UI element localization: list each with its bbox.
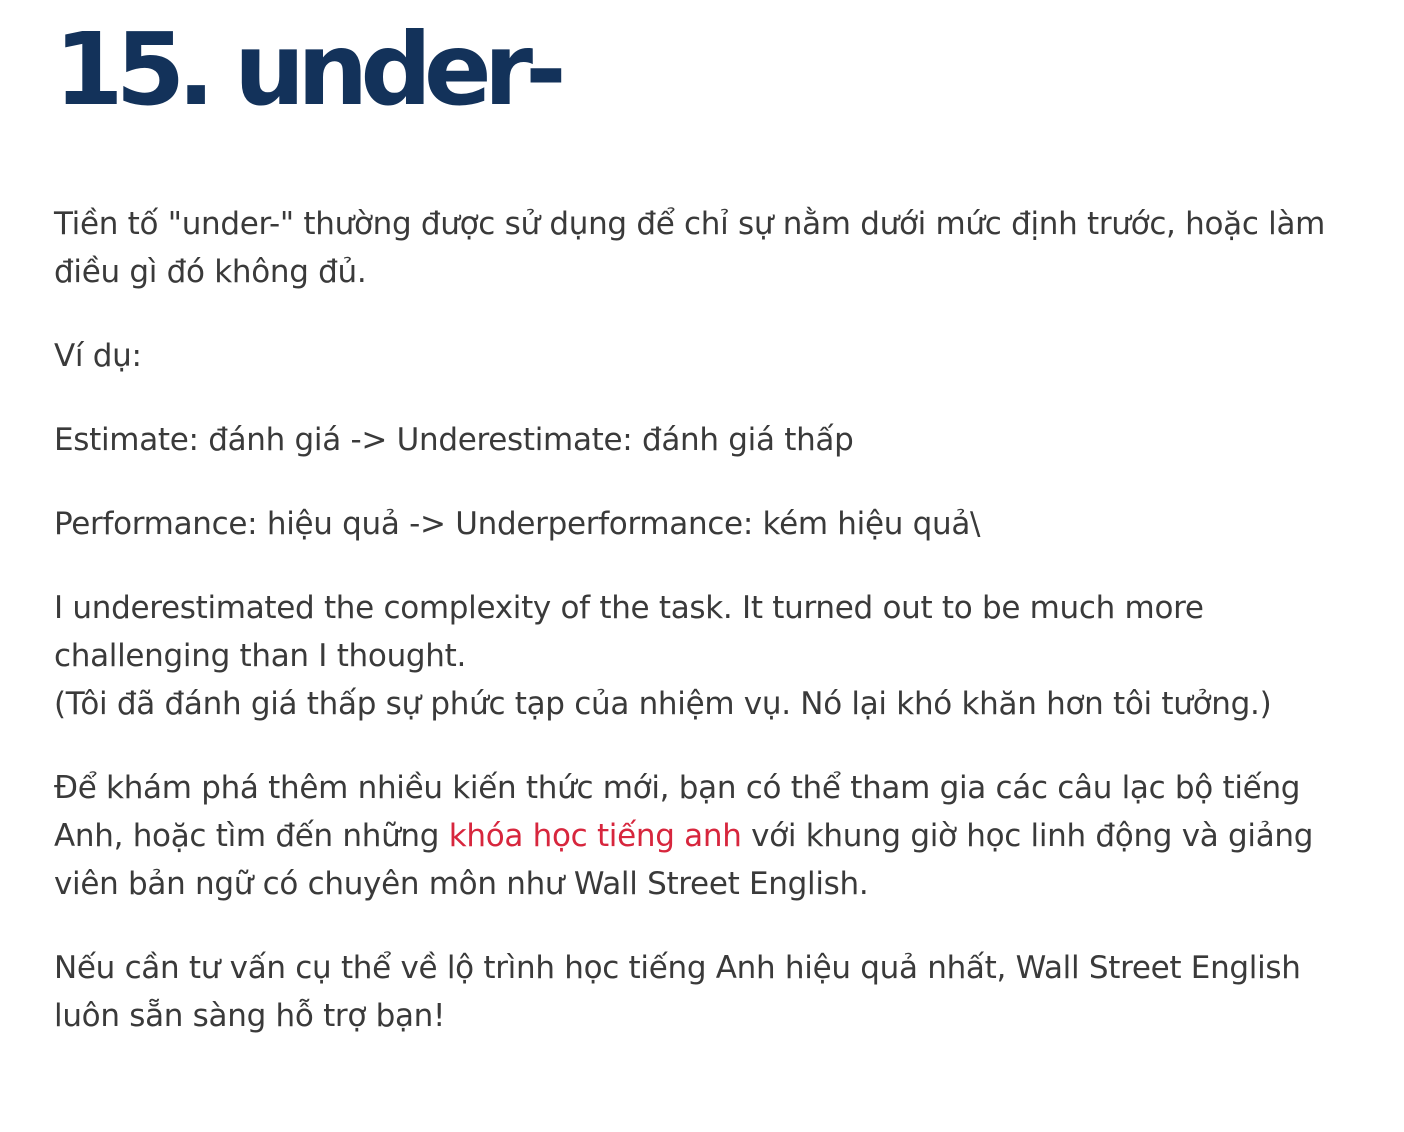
- section-heading: 15. under-: [54, 11, 567, 128]
- example-estimate: Estimate: đánh giá -> Underestimate: đán…: [54, 422, 854, 458]
- example-sentence-vietnamese: (Tôi đã đánh giá thấp sự phức tạp của nh…: [54, 686, 1272, 722]
- example-sentence-english: I underestimated the complexity of the t…: [54, 590, 1204, 674]
- closing-paragraph: Nếu cần tư vấn cụ thể về lộ trình học ti…: [54, 950, 1301, 1034]
- article-section: 15. under- Tiền tố "under-" thường được …: [54, 0, 1354, 1076]
- promo-paragraph: Để khám phá thêm nhiều kiến thức mới, bạ…: [54, 764, 1354, 908]
- example-label: Ví dụ:: [54, 338, 142, 374]
- example-performance: Performance: hiệu quả -> Underperformanc…: [54, 506, 981, 542]
- example-sentence: I underestimated the complexity of the t…: [54, 584, 1354, 728]
- intro-paragraph: Tiền tố "under-" thường được sử dụng để …: [54, 206, 1326, 290]
- english-course-link[interactable]: khóa học tiếng anh: [449, 818, 742, 854]
